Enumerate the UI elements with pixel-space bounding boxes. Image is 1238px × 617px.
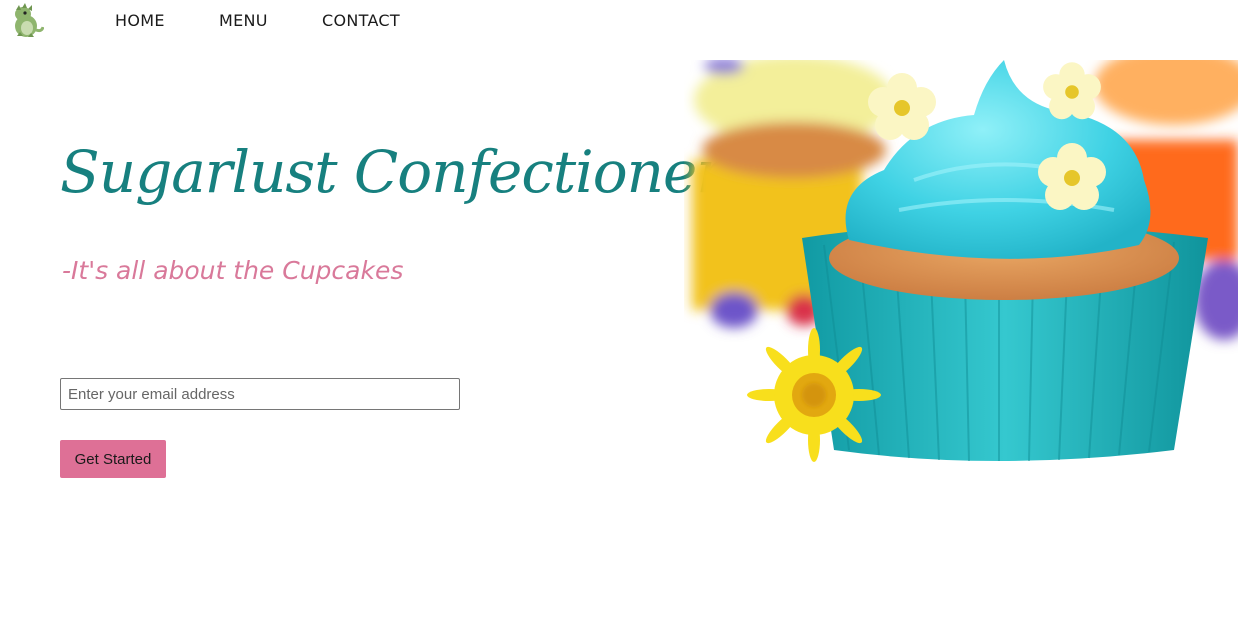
brand-tagline: -It's all about the Cupcakes — [62, 256, 404, 285]
get-started-button[interactable]: Get Started — [60, 440, 166, 478]
cupcake-photo — [692, 60, 1238, 462]
nav-home-link[interactable]: HOME — [115, 11, 165, 30]
brand-title: Sugarlust Confectionery — [60, 138, 756, 206]
email-input[interactable] — [60, 378, 460, 410]
dinosaur-logo-icon[interactable] — [6, 2, 44, 40]
nav-contact-link[interactable]: CONTACT — [322, 11, 400, 30]
yellow-daisy — [747, 328, 881, 462]
landing-page: HOME MENU CONTACT Sugarlust Confectioner… — [0, 0, 1238, 617]
nav-menu-link[interactable]: MENU — [219, 11, 268, 30]
